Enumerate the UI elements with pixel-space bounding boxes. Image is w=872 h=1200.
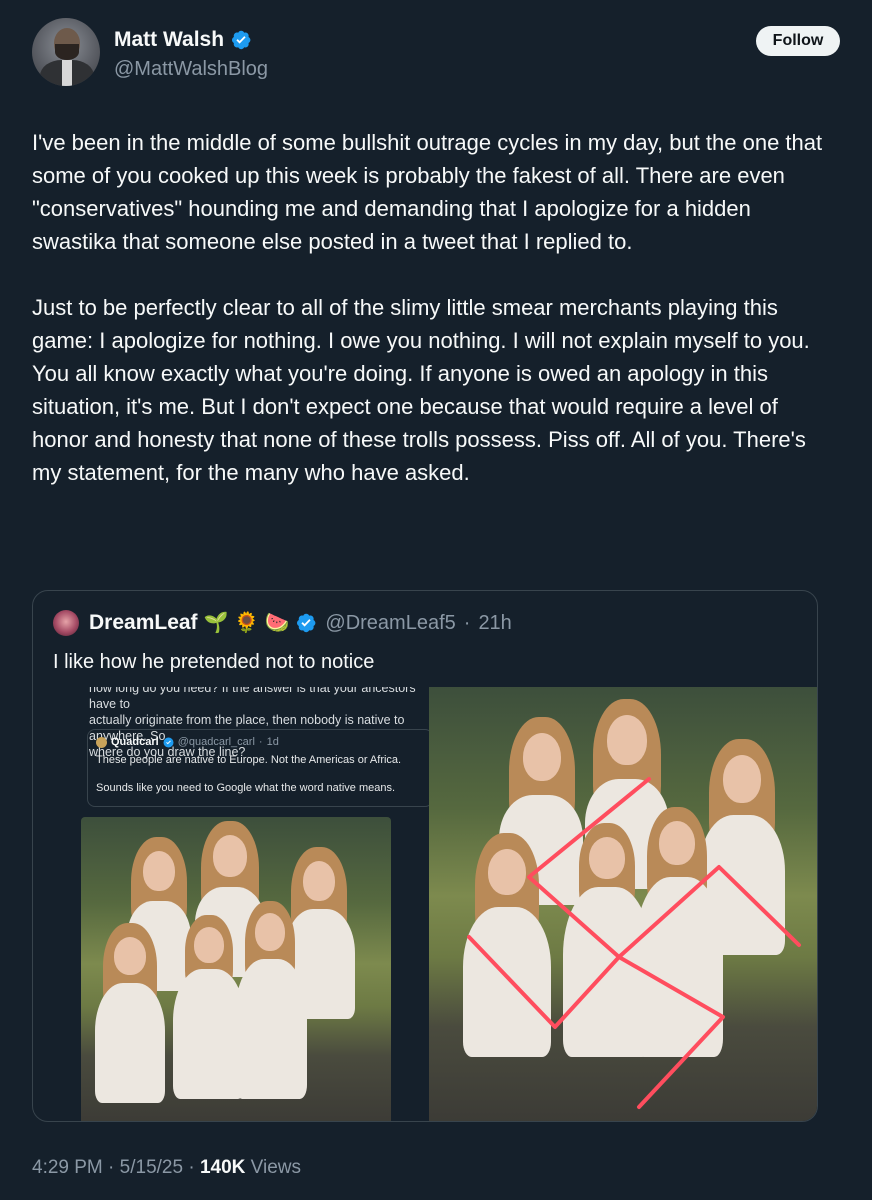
quoted-text: I like how he pretended not to notice: [53, 651, 375, 673]
tweet-paragraph: I've been in the middle of some bullshit…: [32, 130, 823, 254]
tweet-meta: 4:29 PM · 5/15/25 · 140K Views: [32, 1157, 301, 1178]
tweet-time[interactable]: 4:29 PM: [32, 1157, 103, 1178]
annotation-stroke: [527, 777, 801, 959]
inner-quote-text: Sounds like you need to Google what the …: [96, 782, 396, 794]
inner-quote-name: Quadcarl: [111, 736, 159, 748]
inner-quote-handle: @quadcarl_carl: [177, 736, 255, 748]
follow-button[interactable]: Follow: [756, 26, 840, 56]
tweet-date[interactable]: 5/15/25: [120, 1157, 183, 1178]
inner-quote-separator: ·: [258, 736, 263, 748]
screenshot-text-line: how long do you need? If the answer is t…: [89, 687, 416, 711]
inner-quote-avatar: [96, 736, 107, 748]
views-label: Views: [250, 1157, 301, 1178]
quoted-name-emojis: 🌱 🌻 🍉: [203, 612, 290, 634]
annotation-stroke: [467, 935, 725, 1109]
quoted-tweet[interactable]: DreamLeaf 🌱 🌻 🍉 @DreamLeaf5 · 21h I like…: [32, 590, 818, 1122]
inner-quote-text: These people are native to Europe. Not t…: [96, 754, 402, 766]
quoted-avatar: [53, 610, 79, 636]
tweet-header: Matt Walsh @MattWalshBlog Follow: [32, 18, 840, 90]
author-display-name[interactable]: Matt Walsh: [114, 28, 224, 52]
screenshot-inner-quote: Quadcarl @quadcarl_carl · 1d These peopl…: [87, 729, 433, 807]
group-photo-small[interactable]: [81, 817, 391, 1121]
avatar[interactable]: [32, 18, 100, 86]
verified-badge-icon: [297, 613, 316, 633]
quoted-separator: ·: [463, 611, 471, 634]
tweet-paragraph: Just to be perfectly clear to all of the…: [32, 295, 810, 485]
quoted-handle: @DreamLeaf5: [325, 611, 456, 634]
quoted-display-name: DreamLeaf: [89, 611, 198, 634]
author-handle[interactable]: @MattWalshBlog: [114, 58, 268, 81]
group-photo-annotated[interactable]: [429, 687, 817, 1121]
quoted-tweet-header: DreamLeaf 🌱 🌻 🍉 @DreamLeaf5 · 21h: [53, 609, 512, 637]
verified-badge-icon: [163, 737, 174, 747]
inner-quote-age: 1d: [266, 736, 279, 748]
tweet-text: I've been in the middle of some bullshit…: [32, 126, 840, 489]
verified-badge-icon: [232, 30, 251, 50]
quoted-age: 21h: [478, 611, 512, 634]
tweet-card: Matt Walsh @MattWalshBlog Follow I've be…: [0, 0, 872, 1200]
swastika-annotation-overlay: [467, 777, 801, 1109]
author-name-row: Matt Walsh: [114, 28, 252, 52]
views-count: 140K: [199, 1157, 246, 1178]
